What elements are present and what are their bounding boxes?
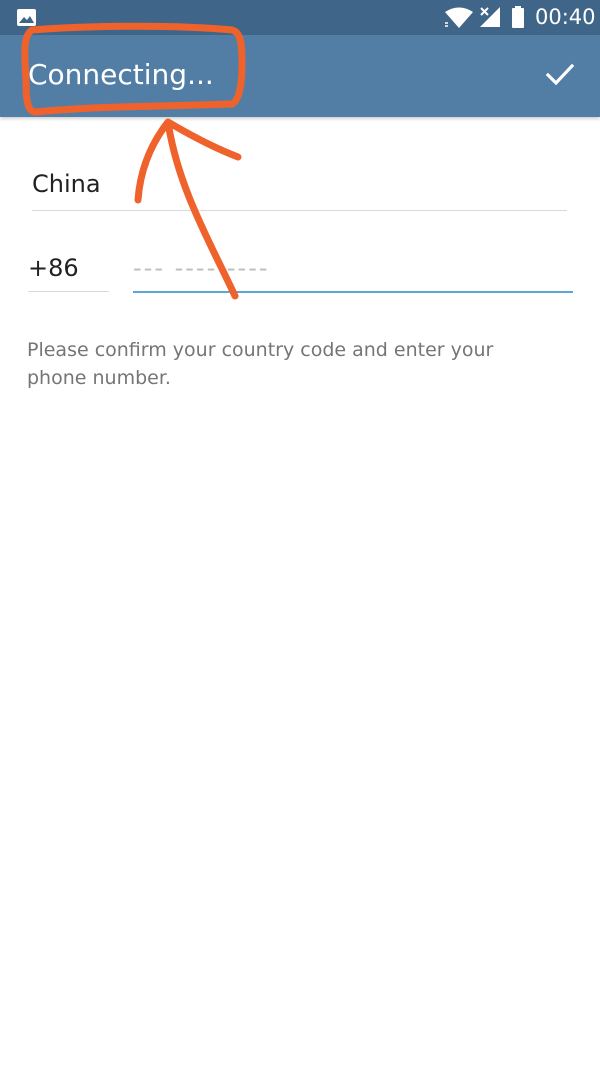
country-code-value: +86 <box>28 254 79 282</box>
country-value: China <box>32 170 101 198</box>
done-button[interactable] <box>538 53 582 97</box>
page-title: Connecting... <box>28 58 214 91</box>
app-bar: Connecting... <box>0 35 600 117</box>
help-text: Please confirm your country code and ent… <box>27 339 494 389</box>
image-icon <box>17 9 36 26</box>
wifi-icon <box>445 7 473 28</box>
phone-number-input[interactable] <box>133 252 573 284</box>
country-field[interactable]: China <box>32 160 567 211</box>
signal-no-service-icon <box>480 7 500 27</box>
country-code-field[interactable]: +86 <box>28 245 109 292</box>
phone-number-field[interactable] <box>133 245 573 293</box>
checkmark-icon <box>545 63 575 86</box>
status-time: 00:40 <box>535 5 596 29</box>
status-bar: 00:40 <box>0 0 600 35</box>
battery-icon <box>512 6 524 28</box>
